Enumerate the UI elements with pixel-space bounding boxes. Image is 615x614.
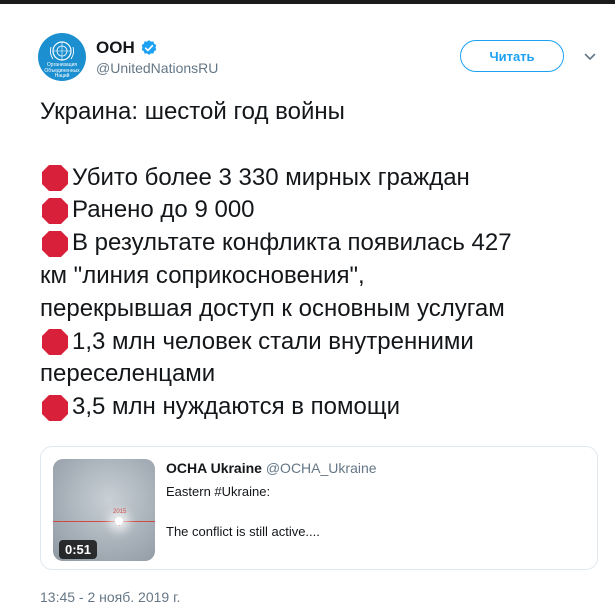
tweet-timestamp[interactable]: 13:45 - 2 нояб. 2019 г. xyxy=(40,589,180,605)
chevron-down-icon[interactable] xyxy=(584,52,596,62)
thumbnail-year: 2015 xyxy=(113,509,127,515)
video-duration-badge: 0:51 xyxy=(59,540,98,559)
thumbnail-light xyxy=(115,517,123,525)
tweet-line-text: перекрывшая доступ к основным услугам xyxy=(40,294,505,322)
tweet-line: 3,5 млн нуждаются в помощи xyxy=(40,391,600,424)
tweet-line-text: 3,5 млн нуждаются в помощи xyxy=(72,393,401,421)
tweet-line: перекрывшая доступ к основным услугам xyxy=(40,293,600,326)
stop-sign-emoji-icon xyxy=(42,164,68,191)
tweet-line: Убито более 3 330 мирных граждан xyxy=(40,162,600,195)
quoted-text-line: The conflict is still active.... xyxy=(166,524,320,539)
tweet-line-text: Убито более 3 330 мирных граждан xyxy=(72,163,470,191)
quoted-author-name[interactable]: OCHA Ukraine xyxy=(166,460,262,476)
display-name[interactable]: ООН xyxy=(96,38,135,58)
tweet-line: 1,3 млн человек стали внутренними xyxy=(40,326,600,359)
stop-sign-emoji-icon xyxy=(42,394,68,421)
tweet-title: Украина: шестой год войны xyxy=(40,98,345,125)
tweet-line-text: км "линия соприкосновения", xyxy=(40,261,365,289)
tweet-line: В результате конфликта появилась 427 xyxy=(40,227,600,260)
account-handle[interactable]: @UnitedNationsRU xyxy=(96,60,218,76)
avatar[interactable]: Организация Объединенных Наций xyxy=(38,33,86,81)
quoted-text-line: Eastern #Ukraine: xyxy=(166,484,271,499)
stop-sign-emoji-icon xyxy=(42,197,68,224)
stop-sign-emoji-icon xyxy=(42,230,68,257)
tweet-line-text: Ранено до 9 000 xyxy=(72,196,255,224)
tweet-line-text: В результате конфликта появилась 427 xyxy=(72,229,512,257)
video-thumbnail[interactable]: 2015 0:51 xyxy=(53,459,155,561)
stop-sign-emoji-icon xyxy=(42,328,68,355)
follow-button[interactable]: Читать xyxy=(460,40,564,72)
tweet-line-text: 1,3 млн человек стали внутренними xyxy=(72,327,474,355)
window-top-edge xyxy=(0,0,615,4)
thumbnail-red-line xyxy=(53,521,155,522)
quoted-author-handle[interactable]: @OCHA_Ukraine xyxy=(266,460,377,476)
quoted-tweet-card[interactable]: 2015 0:51 OCHA Ukraine @OCHA_Ukraine Eas… xyxy=(40,446,598,570)
tweet-line-title: Украина: шестой год войны xyxy=(40,96,600,129)
account-name-row: ООН xyxy=(96,38,158,58)
verified-badge-icon xyxy=(141,40,157,55)
tweet-line: переселенцами xyxy=(40,358,600,391)
tweet-line-text: переселенцами xyxy=(40,360,216,388)
tweet-line: Ранено до 9 000 xyxy=(40,194,600,227)
tweet-text: Украина: шестой год войны Убито более 3 … xyxy=(40,96,600,424)
avatar-caption: Организация Объединенных Наций xyxy=(44,62,80,79)
quoted-author-row: OCHA Ukraine @OCHA_Ukraine xyxy=(166,460,377,476)
tweet-line: км "линия соприкосновения", xyxy=(40,260,600,293)
